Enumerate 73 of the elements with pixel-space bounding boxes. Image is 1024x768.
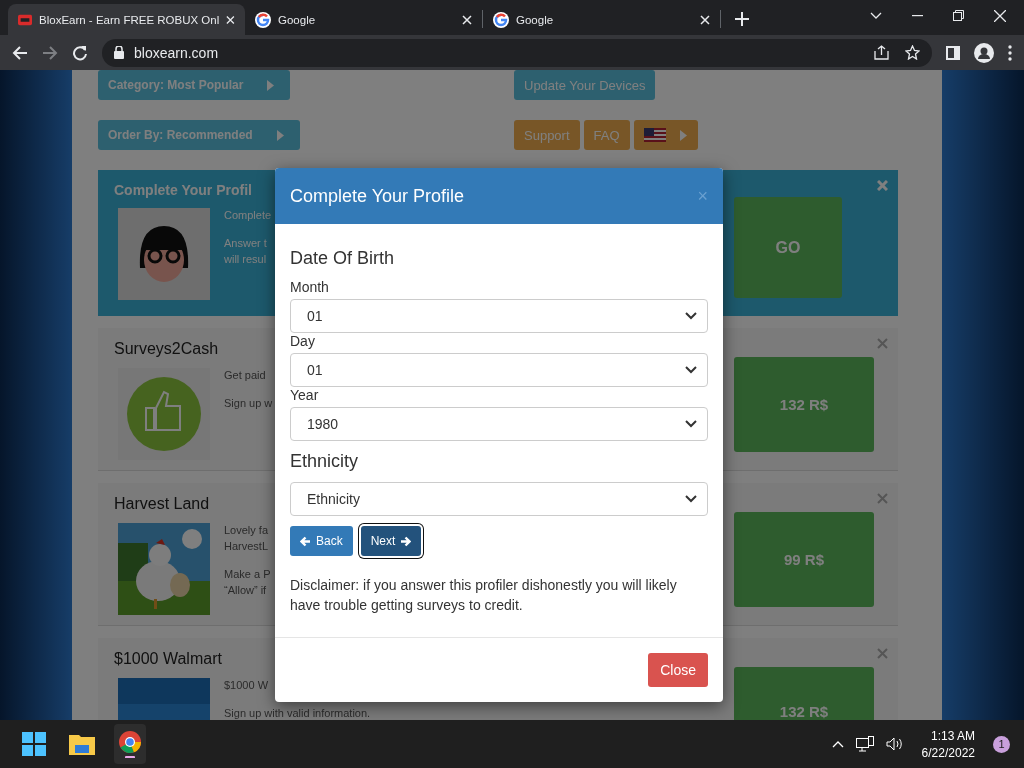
google-icon — [255, 11, 271, 28]
back-button[interactable]: Back — [290, 526, 353, 556]
offer-text: Make a P — [224, 567, 271, 581]
card-text: Answer t — [224, 236, 268, 250]
chevron-down-icon — [685, 312, 697, 320]
google-icon — [493, 11, 509, 28]
card-text: will resul — [224, 252, 268, 266]
folder-icon[interactable] — [69, 733, 95, 755]
offer-title: Harvest Land — [114, 495, 210, 513]
caret-icon — [680, 129, 688, 141]
lock-icon — [114, 46, 124, 59]
offer-text: HarvestL — [224, 539, 270, 553]
new-tab-icon[interactable] — [735, 12, 749, 26]
select-field[interactable]: 01 — [290, 299, 708, 333]
card-text: Complete — [224, 208, 272, 222]
clock-time[interactable]: 1:13 AM — [930, 728, 975, 743]
notification-badge[interactable]: 1 — [993, 735, 1010, 753]
tab-title: BloxEarn - Earn FREE ROBUX Onl — [39, 13, 220, 26]
field-label: Year — [290, 387, 320, 405]
chevron-down-icon — [685, 366, 697, 374]
chevron-down-icon — [685, 420, 697, 428]
field-label: Month — [290, 279, 330, 297]
start-icon[interactable] — [22, 732, 46, 756]
offer-text: Sign up w — [224, 396, 273, 410]
offer-title: $1000 Walmart — [114, 650, 222, 668]
site-icon — [18, 13, 32, 26]
offer-text: $1000 W — [224, 678, 270, 692]
share-icon[interactable] — [874, 45, 889, 60]
arrow-left-icon — [300, 535, 311, 547]
restore-icon[interactable] — [953, 10, 964, 21]
reload-icon[interactable] — [72, 44, 88, 61]
offer-title: Surveys2Cash — [114, 340, 219, 358]
card-title: Complete Your Profil — [114, 182, 252, 198]
offer-text: Get paid — [224, 368, 267, 382]
offer-text: Sign up with valid information. — [224, 706, 371, 720]
section-heading: Date Of Birth — [290, 248, 396, 269]
forward-icon[interactable] — [42, 44, 58, 61]
chevron-up-icon[interactable] — [831, 740, 844, 748]
address-bar[interactable]: bloxearn.com — [102, 38, 932, 67]
language-button[interactable] — [633, 120, 698, 150]
profile-icon[interactable] — [974, 42, 994, 63]
browser-tab[interactable]: Google — [483, 4, 720, 35]
chevron-down-icon — [685, 495, 697, 503]
close-button[interactable]: Close — [648, 653, 708, 687]
chrome-icon[interactable] — [118, 730, 142, 758]
dialog-title: Complete Your Profile — [290, 185, 465, 207]
arrow-right-icon — [400, 535, 412, 547]
offer-text: Lovely fa — [224, 523, 270, 537]
minimize-icon[interactable] — [912, 14, 923, 17]
select-field[interactable]: 1980 — [290, 407, 708, 441]
chevron-down-icon[interactable] — [870, 12, 882, 19]
clock-date[interactable]: 6/22/2022 — [921, 745, 975, 760]
field-label: Day — [290, 333, 316, 351]
caret-icon — [267, 79, 274, 91]
select-field[interactable]: Ethnicity — [290, 482, 708, 516]
caret-icon — [277, 129, 284, 141]
side-panel-icon[interactable] — [946, 45, 960, 60]
offer-text: “Allow” if — [224, 583, 268, 597]
flag-icon — [644, 128, 667, 142]
url-text: bloxearn.com — [134, 44, 219, 61]
star-icon[interactable] — [905, 45, 920, 60]
browser-tab[interactable]: BloxEarn - Earn FREE ROBUX Onl — [8, 4, 245, 35]
next-button[interactable]: Next — [360, 526, 422, 556]
menu-icon[interactable] — [1008, 44, 1012, 61]
tab-title: Google — [516, 13, 555, 26]
tab-title: Google — [278, 13, 317, 26]
browser-tab[interactable]: Google — [245, 4, 482, 35]
network-icon[interactable] — [855, 736, 874, 752]
section-heading: Ethnicity — [290, 451, 360, 472]
volume-icon[interactable] — [885, 737, 904, 751]
select-field[interactable]: 01 — [290, 353, 708, 387]
back-icon[interactable] — [12, 44, 28, 61]
disclaimer-text: Disclaimer: if you answer this profiler dishonestly you will likely have trouble getting surveys to credit. — [290, 576, 678, 615]
